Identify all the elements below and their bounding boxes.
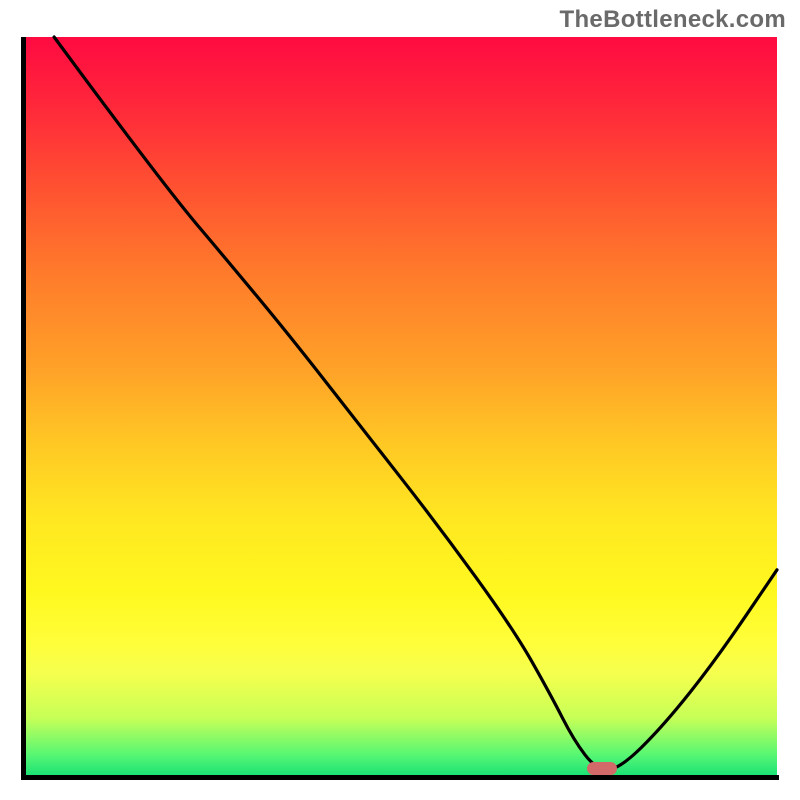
bottleneck-curve-path — [54, 37, 777, 770]
y-axis-line — [21, 37, 26, 780]
x-axis-line — [21, 775, 779, 780]
chart-frame: TheBottleneck.com — [0, 0, 800, 800]
optimal-point-marker — [587, 762, 617, 775]
bottleneck-curve-svg — [24, 37, 777, 777]
watermark-text: TheBottleneck.com — [560, 6, 786, 34]
